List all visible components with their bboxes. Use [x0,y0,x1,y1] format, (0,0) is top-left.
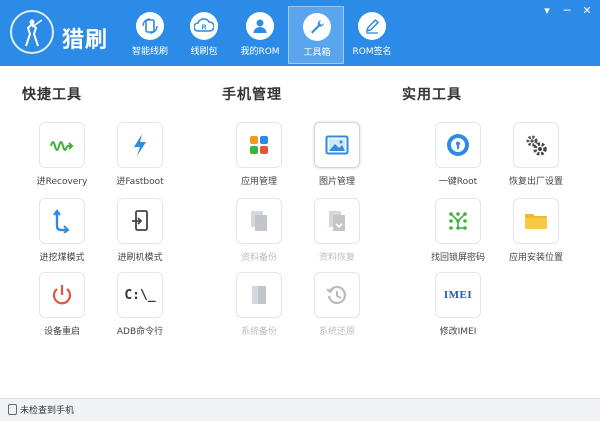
picture-icon [314,122,360,168]
tab-smart-flash[interactable]: 智能线刷 [122,6,178,64]
tab-my-rom[interactable]: 我的ROM [232,6,288,64]
tool-label: 图片管理 [318,177,355,187]
tool-label: 系统备份 [240,327,277,337]
top-navigation-bar: 猎刷 智能线刷 R 线刷包 我的ROM 工具箱 ROM签名 ▾ ─ ✕ [0,0,600,66]
tool-enter-fastboot[interactable]: 进Fastboot [105,122,175,187]
app-logo: 猎刷 [10,8,115,58]
pen-icon [358,12,386,40]
tab-rom-package[interactable]: R 线刷包 [176,6,232,64]
tool-label: 应用管理 [240,177,277,187]
tool-device-restart[interactable]: 设备重启 [27,272,97,337]
apps-grid-icon [236,122,282,168]
root-lock-icon [435,122,481,168]
pattern-lock-icon [435,198,481,244]
tool-label: 进Fastboot [116,177,164,187]
hook-arrow-icon [39,198,85,244]
tool-label: 资料恢复 [318,253,355,263]
tab-label: 线刷包 [190,47,218,57]
section-title-quick-tools: 快捷工具 [22,87,82,103]
phone-status-icon [8,404,17,415]
backup-doc-icon [236,198,282,244]
tool-label: 修改IMEI [439,327,477,337]
tab-label: ROM签名 [352,47,392,57]
tool-label: 系统还原 [318,327,355,337]
tool-data-restore[interactable]: 资料恢复 [302,198,372,263]
status-bar: 未检查到手机 [0,398,600,421]
tab-rom-sign[interactable]: ROM签名 [344,6,400,64]
tool-picture-management[interactable]: 图片管理 [302,122,372,187]
tool-label: 资料备份 [240,253,277,263]
tab-label: 工具箱 [303,48,331,58]
minimize-button[interactable]: ─ [560,4,574,18]
tab-toolbox[interactable]: 工具箱 [288,6,344,64]
wrench-icon [303,13,331,41]
tool-system-restore[interactable]: 系统还原 [302,272,372,337]
section-title-phone-management: 手机管理 [222,87,282,103]
tool-label: ADB命令行 [116,327,164,337]
imei-glyph: IMEI [443,289,473,301]
svg-text:R: R [201,25,206,32]
tool-one-click-root[interactable]: 一键Root [423,122,493,187]
refresh-phone-icon [136,12,164,40]
tool-system-backup[interactable]: 系统备份 [224,272,294,337]
tool-app-management[interactable]: 应用管理 [224,122,294,187]
tool-label: 进刷机模式 [117,253,163,263]
rom-package-icon: R [190,12,218,40]
tool-adb-command[interactable]: C:\_ ADB命令行 [105,272,175,337]
system-backup-icon [236,272,282,318]
enter-phone-icon [117,198,163,244]
tool-label: 恢复出厂设置 [508,177,563,187]
main-window: 猎刷 智能线刷 R 线刷包 我的ROM 工具箱 ROM签名 ▾ ─ ✕ 快捷工具… [0,0,600,421]
tool-label: 应用安装位置 [508,253,563,263]
imei-icon: IMEI [435,272,481,318]
tool-enter-flash-mode[interactable]: 进刷机模式 [105,198,175,263]
tool-enter-download-mode[interactable]: 进挖煤模式 [27,198,97,263]
menu-dropdown-icon[interactable]: ▾ [540,4,554,18]
tab-label: 我的ROM [240,47,280,57]
lightning-icon [117,122,163,168]
terminal-icon: C:\_ [117,272,163,318]
tab-label: 智能线刷 [131,47,168,57]
hunter-logo-icon [25,19,43,47]
restore-doc-icon [314,198,360,244]
wave-arrow-icon [39,122,85,168]
tool-label: 进Recovery [36,177,88,187]
tool-label: 找回锁屏密码 [430,253,485,263]
close-button[interactable]: ✕ [580,4,594,18]
terminal-glyph: C:\_ [124,287,156,303]
tool-label: 进挖煤模式 [39,253,85,263]
tool-label: 设备重启 [43,327,80,337]
tool-label: 一键Root [438,177,478,187]
tool-data-backup[interactable]: 资料备份 [224,198,294,263]
app-name: 猎刷 [62,28,109,53]
tool-modify-imei[interactable]: IMEI 修改IMEI [423,272,493,337]
tool-factory-reset[interactable]: 恢复出厂设置 [501,122,571,187]
user-icon [246,12,274,40]
section-title-utility-tools: 实用工具 [402,87,462,103]
restart-icon [39,272,85,318]
tool-enter-recovery[interactable]: 进Recovery [27,122,97,187]
folder-icon [513,198,559,244]
connection-status-text: 未检查到手机 [20,406,75,416]
gears-icon [513,122,559,168]
history-icon [314,272,360,318]
tool-app-install-location[interactable]: 应用安装位置 [501,198,571,263]
tool-recover-lock-password[interactable]: 找回锁屏密码 [423,198,493,263]
